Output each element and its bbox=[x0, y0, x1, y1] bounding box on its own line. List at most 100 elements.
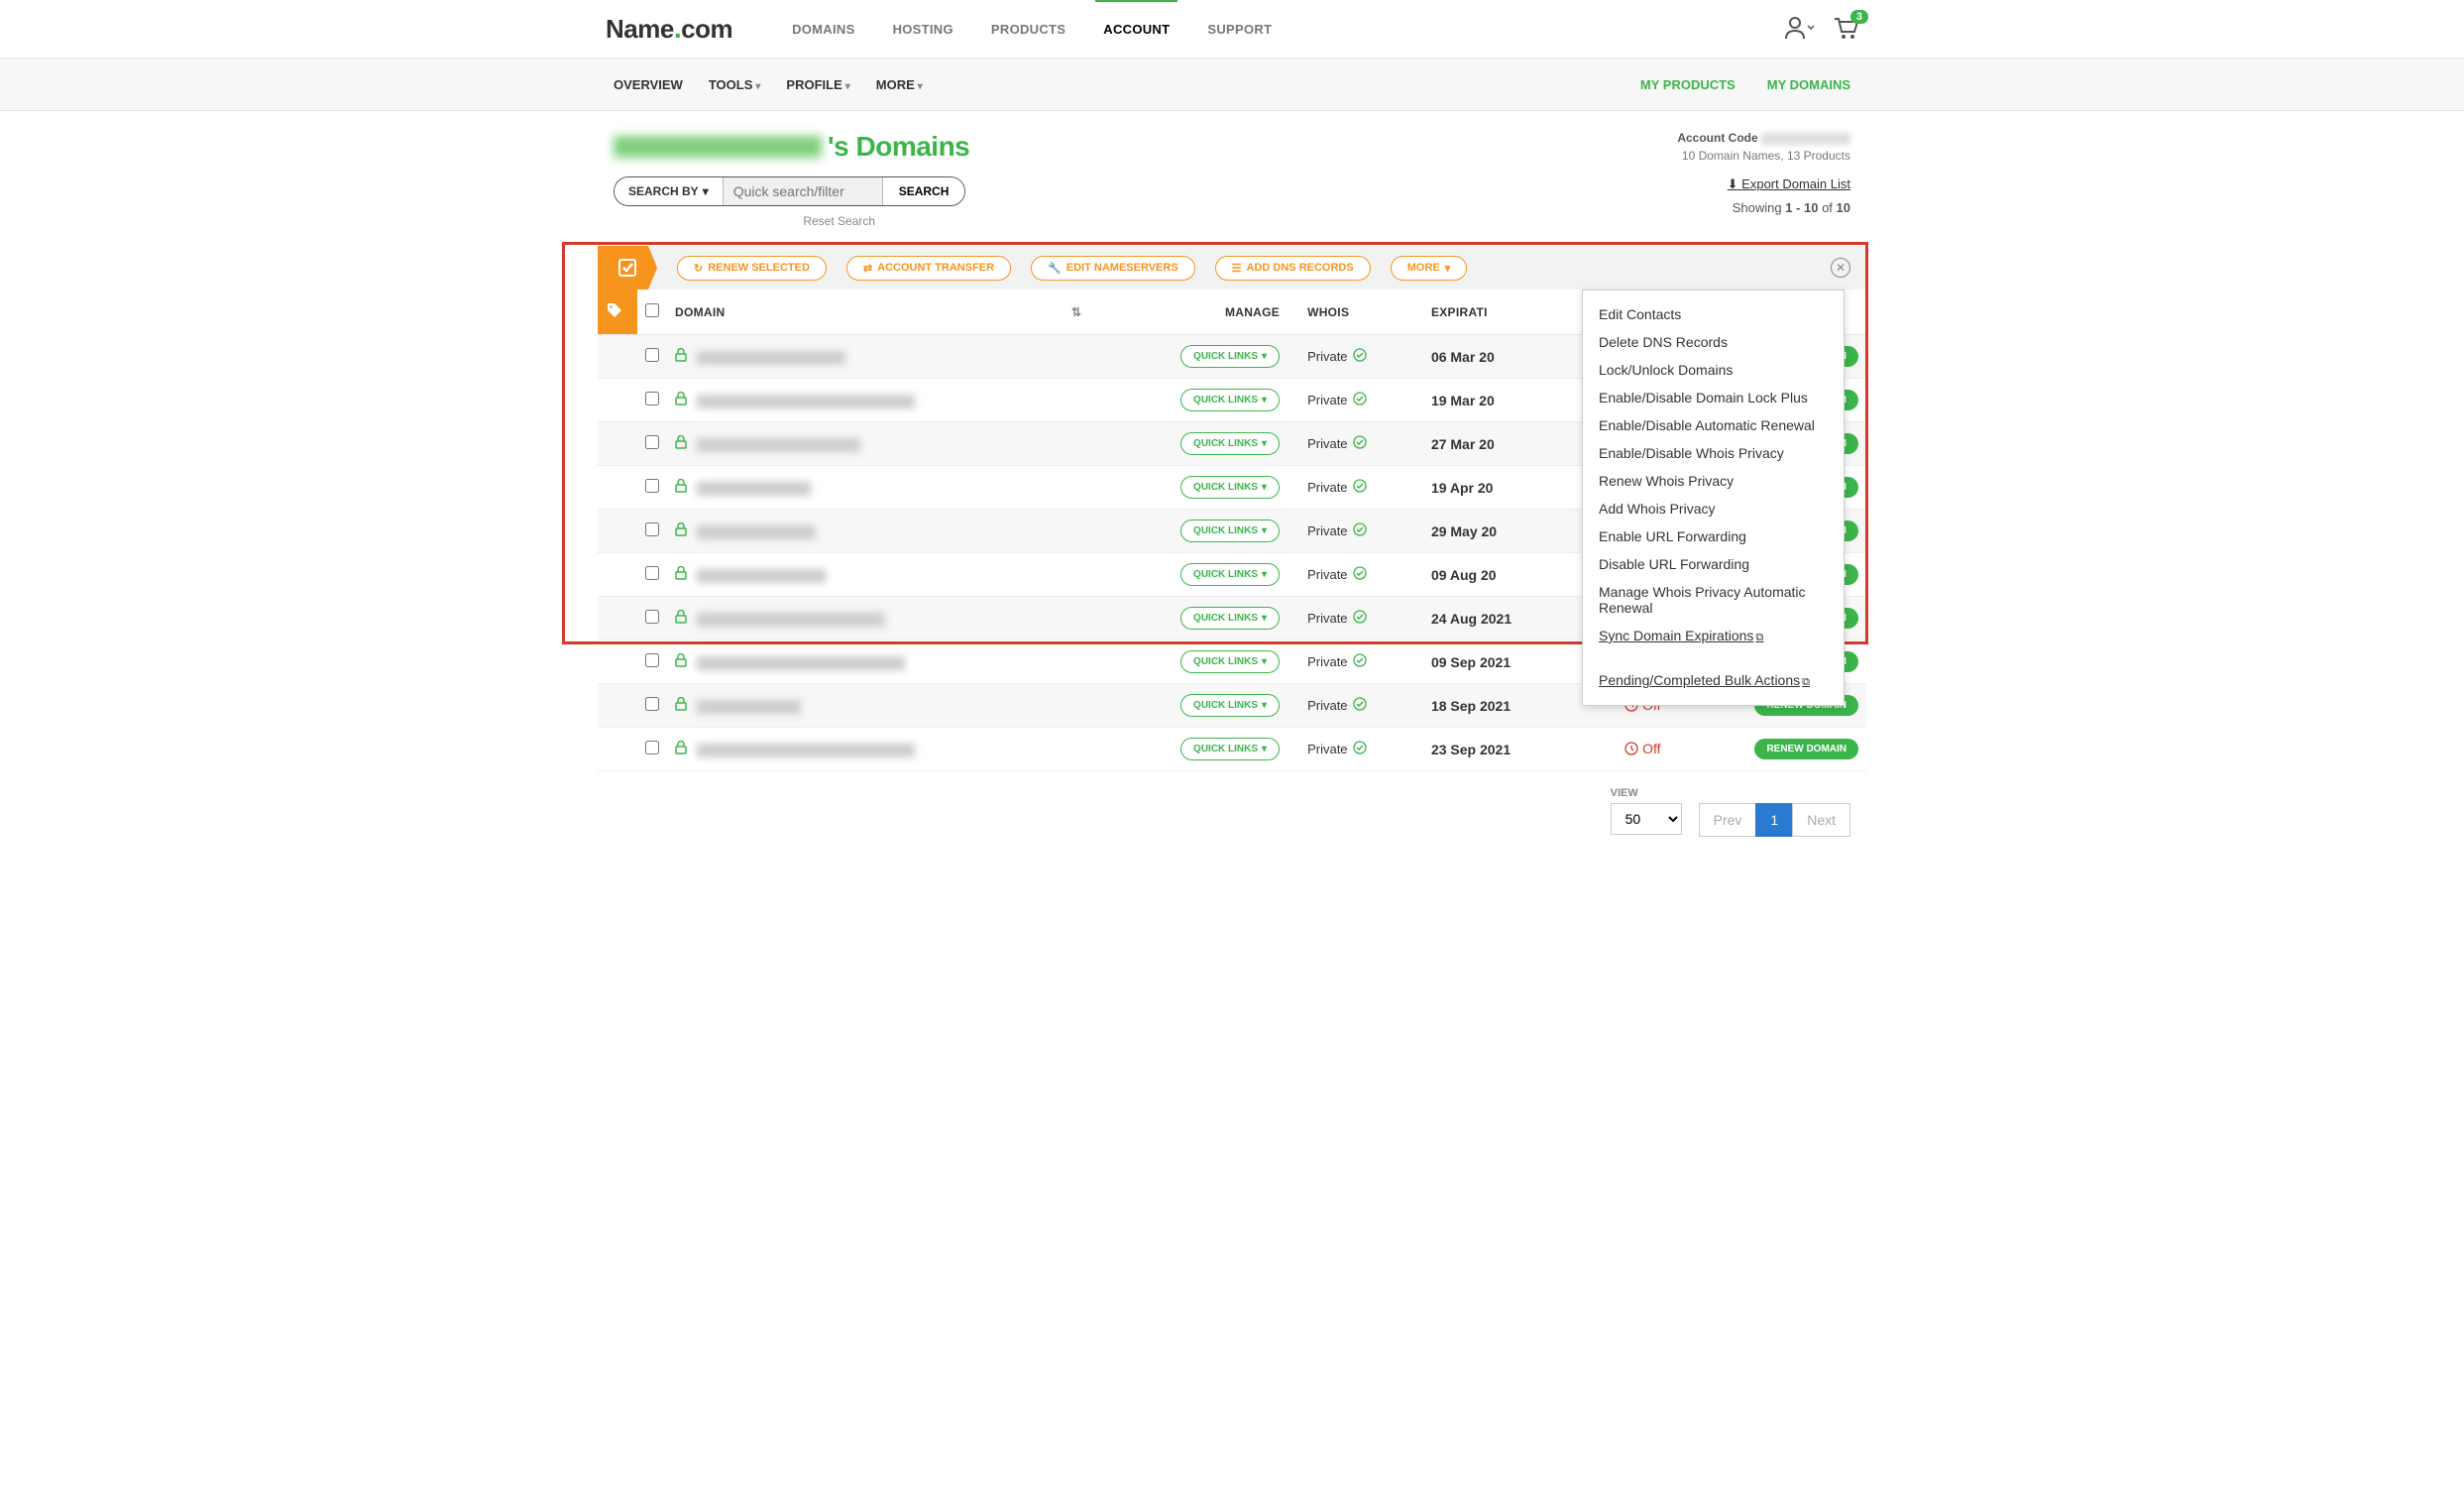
quick-links-button[interactable]: QUICK LINKS ▾ bbox=[1180, 520, 1280, 542]
menu-lock-unlock[interactable]: Lock/Unlock Domains bbox=[1583, 356, 1844, 384]
whois-value: Private bbox=[1307, 479, 1366, 496]
quick-links-button[interactable]: QUICK LINKS ▾ bbox=[1180, 476, 1280, 499]
row-checkbox[interactable] bbox=[645, 522, 659, 536]
redacted-domain[interactable] bbox=[697, 569, 826, 583]
tag-cell[interactable] bbox=[598, 379, 637, 422]
nav-support[interactable]: SUPPORT bbox=[1207, 2, 1272, 57]
menu-whois-privacy[interactable]: Enable/Disable Whois Privacy bbox=[1583, 439, 1844, 467]
search-by-dropdown[interactable]: SEARCH BY▾ bbox=[615, 177, 724, 205]
menu-add-whois[interactable]: Add Whois Privacy bbox=[1583, 495, 1844, 522]
menu-edit-contacts[interactable]: Edit Contacts bbox=[1583, 300, 1844, 328]
wrench-icon: 🔧 bbox=[1048, 262, 1062, 275]
renew-domain-button[interactable]: RENEW DOMAIN bbox=[1754, 739, 1858, 759]
quick-links-button[interactable]: QUICK LINKS ▾ bbox=[1180, 563, 1280, 586]
menu-delete-dns[interactable]: Delete DNS Records bbox=[1583, 328, 1844, 356]
redacted-domain[interactable] bbox=[697, 395, 915, 408]
sec-nav-tools[interactable]: TOOLS▾ bbox=[709, 77, 761, 92]
search-input[interactable] bbox=[724, 177, 882, 205]
tag-cell[interactable] bbox=[598, 640, 637, 684]
more-actions-button[interactable]: MORE▾ bbox=[1391, 256, 1468, 281]
redacted-domain[interactable] bbox=[697, 656, 905, 670]
renew-selected-button[interactable]: ↻RENEW SELECTED bbox=[677, 256, 827, 281]
page-1-button[interactable]: 1 bbox=[1755, 803, 1793, 837]
nav-account[interactable]: ACCOUNT bbox=[1103, 2, 1170, 57]
export-domain-list-link[interactable]: ⬇ Export Domain List bbox=[1728, 176, 1850, 191]
row-checkbox[interactable] bbox=[645, 392, 659, 405]
edit-nameservers-button[interactable]: 🔧EDIT NAMESERVERS bbox=[1031, 256, 1195, 281]
logo[interactable]: Name.com bbox=[606, 13, 732, 45]
row-checkbox[interactable] bbox=[645, 741, 659, 754]
expiration-date: 19 Apr 20 bbox=[1431, 480, 1494, 496]
row-checkbox[interactable] bbox=[645, 348, 659, 362]
quick-links-button[interactable]: QUICK LINKS ▾ bbox=[1180, 738, 1280, 760]
redacted-domain[interactable] bbox=[697, 525, 816, 539]
menu-auto-renewal[interactable]: Enable/Disable Automatic Renewal bbox=[1583, 411, 1844, 439]
check-circle-icon bbox=[1353, 479, 1367, 496]
whois-value: Private bbox=[1307, 348, 1366, 365]
quick-links-button[interactable]: QUICK LINKS ▾ bbox=[1180, 607, 1280, 630]
menu-disable-url-fwd[interactable]: Disable URL Forwarding bbox=[1583, 550, 1844, 578]
next-page-button[interactable]: Next bbox=[1792, 803, 1850, 837]
menu-bulk-actions[interactable]: Pending/Completed Bulk Actions⧉ bbox=[1583, 666, 1844, 695]
lock-icon bbox=[675, 568, 691, 583]
tag-cell[interactable] bbox=[598, 553, 637, 597]
tag-cell[interactable] bbox=[598, 335, 637, 379]
select-all-header bbox=[637, 289, 667, 335]
sec-nav-more[interactable]: MORE▾ bbox=[876, 77, 923, 92]
tag-cell[interactable] bbox=[598, 466, 637, 510]
showing-text: Showing 1 - 10 of 10 bbox=[1728, 200, 1850, 215]
cart-button[interactable]: 3 bbox=[1833, 16, 1858, 43]
nav-domains[interactable]: DOMAINS bbox=[792, 2, 855, 57]
tag-cell[interactable] bbox=[598, 597, 637, 640]
menu-renew-whois[interactable]: Renew Whois Privacy bbox=[1583, 467, 1844, 495]
search-button[interactable]: SEARCH bbox=[882, 177, 965, 205]
select-all-checkbox[interactable] bbox=[645, 303, 659, 317]
menu-sync-expirations[interactable]: Sync Domain Expirations⧉ bbox=[1583, 622, 1844, 650]
redacted-domain[interactable] bbox=[697, 613, 885, 627]
tag-cell[interactable] bbox=[598, 728, 637, 771]
menu-domain-lock-plus[interactable]: Enable/Disable Domain Lock Plus bbox=[1583, 384, 1844, 411]
row-checkbox[interactable] bbox=[645, 697, 659, 711]
row-checkbox[interactable] bbox=[645, 653, 659, 667]
link-my-products[interactable]: MY PRODUCTS bbox=[1640, 77, 1736, 92]
menu-enable-url-fwd[interactable]: Enable URL Forwarding bbox=[1583, 522, 1844, 550]
nav-products[interactable]: PRODUCTS bbox=[991, 2, 1065, 57]
link-my-domains[interactable]: MY DOMAINS bbox=[1767, 77, 1850, 92]
row-checkbox[interactable] bbox=[645, 610, 659, 624]
row-checkbox[interactable] bbox=[645, 566, 659, 580]
redacted-domain[interactable] bbox=[697, 351, 845, 365]
view-per-page-select[interactable]: 50 bbox=[1611, 803, 1682, 835]
quick-links-button[interactable]: QUICK LINKS ▾ bbox=[1180, 432, 1280, 455]
tag-cell[interactable] bbox=[598, 510, 637, 553]
nav-hosting[interactable]: HOSTING bbox=[893, 2, 953, 57]
chevron-down-icon: ▾ bbox=[918, 81, 923, 92]
secondary-nav-bar: OVERVIEW TOOLS▾ PROFILE▾ MORE▾ MY PRODUC… bbox=[0, 58, 2464, 111]
check-circle-icon bbox=[1353, 610, 1367, 627]
menu-whois-auto-renewal[interactable]: Manage Whois Privacy Automatic Renewal bbox=[1583, 578, 1844, 622]
sec-nav-overview[interactable]: OVERVIEW bbox=[614, 77, 683, 92]
redacted-domain[interactable] bbox=[697, 482, 811, 496]
select-all-tab[interactable] bbox=[598, 246, 657, 289]
account-transfer-button[interactable]: ⇄ACCOUNT TRANSFER bbox=[846, 256, 1011, 281]
add-dns-records-button[interactable]: ☰ADD DNS RECORDS bbox=[1215, 256, 1371, 281]
tag-cell[interactable] bbox=[598, 422, 637, 466]
lock-icon bbox=[675, 743, 691, 757]
row-checkbox[interactable] bbox=[645, 479, 659, 493]
quick-links-button[interactable]: QUICK LINKS ▾ bbox=[1180, 345, 1280, 368]
user-menu[interactable] bbox=[1785, 16, 1815, 43]
tag-cell[interactable] bbox=[598, 684, 637, 728]
redacted-domain[interactable] bbox=[697, 744, 915, 757]
quick-links-button[interactable]: QUICK LINKS ▾ bbox=[1180, 650, 1280, 673]
reset-search-link[interactable]: Reset Search bbox=[803, 214, 875, 228]
redacted-domain[interactable] bbox=[697, 700, 801, 714]
close-action-bar-button[interactable]: ✕ bbox=[1831, 258, 1850, 278]
prev-page-button[interactable]: Prev bbox=[1699, 803, 1757, 837]
row-checkbox[interactable] bbox=[645, 435, 659, 449]
sec-nav-profile[interactable]: PROFILE▾ bbox=[786, 77, 849, 92]
col-domain[interactable]: DOMAIN⇅ bbox=[667, 289, 1089, 335]
quick-links-button[interactable]: QUICK LINKS ▾ bbox=[1180, 389, 1280, 411]
whois-value: Private bbox=[1307, 435, 1366, 452]
quick-links-button[interactable]: QUICK LINKS ▾ bbox=[1180, 694, 1280, 717]
expiration-date: 09 Sep 2021 bbox=[1431, 654, 1511, 670]
redacted-domain[interactable] bbox=[697, 438, 860, 452]
